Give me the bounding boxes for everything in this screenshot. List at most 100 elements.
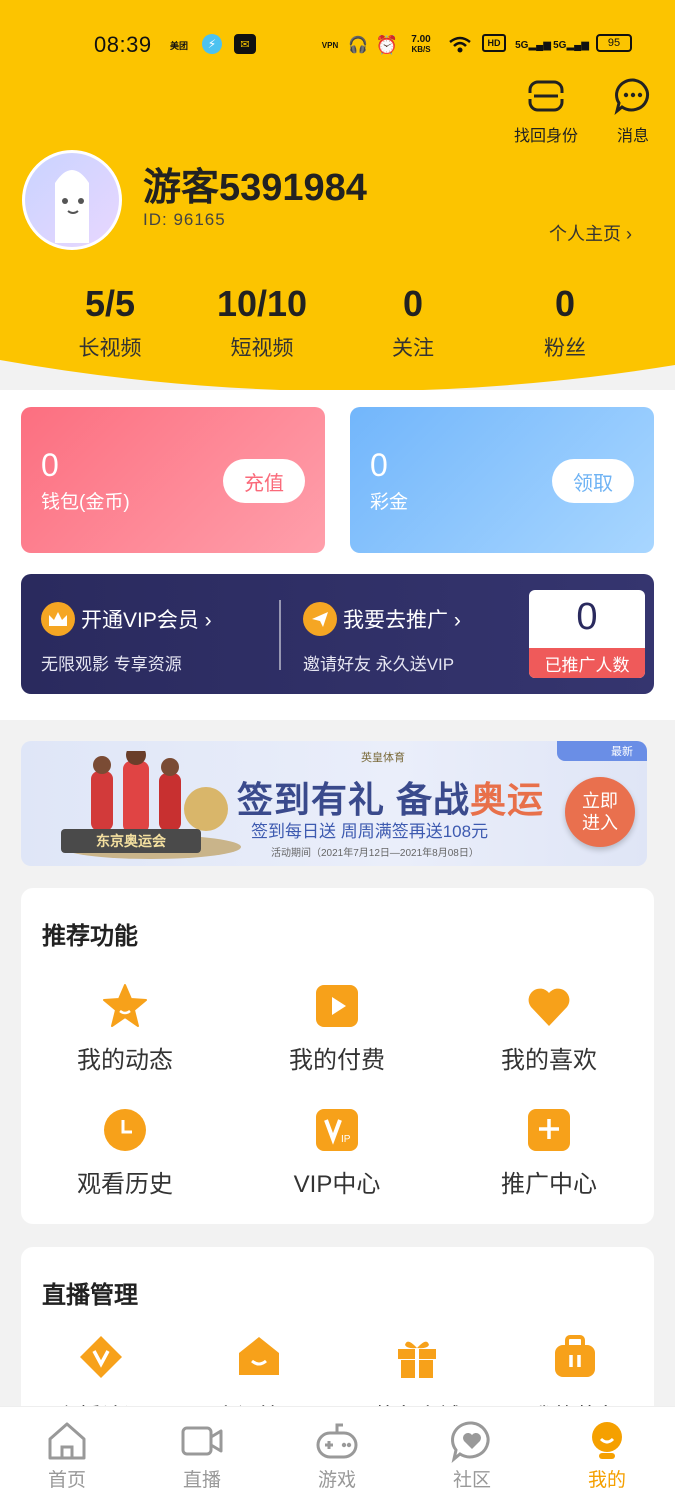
wallet-card[interactable]: 0 钱包(金币) 充值 [21, 407, 325, 553]
section-title: 推荐功能 [42, 923, 138, 950]
network-speed: 7.00 KB/S [405, 34, 437, 56]
wallet-label: 钱包(金币) [41, 492, 130, 513]
bonus-card[interactable]: 0 彩金 领取 [350, 407, 654, 553]
recommended-functions: 推荐功能 我的动态 我的付费 我的喜欢 观看历史 IP VIP中心 推广中心 [21, 888, 654, 1224]
gift-icon [393, 1333, 441, 1381]
tab-games[interactable]: 游戏 [287, 1419, 387, 1492]
stat-value: 0 [554, 283, 576, 324]
new-tag: 最新 [557, 741, 647, 761]
item-label: 我的动态 [77, 1047, 173, 1074]
tab-mine[interactable]: 我的 [557, 1419, 657, 1492]
tab-label: 直播 [182, 1470, 221, 1491]
my-updates-item[interactable]: 我的动态 [25, 982, 225, 1075]
meituan-icon: 美团 [169, 40, 188, 51]
personal-homepage-link[interactable]: 个人主页 › [549, 220, 632, 246]
tokyo-olympics-label: 东京奥运会 [61, 829, 201, 853]
status-bar: 08:39 美团 ⚡ ✉ VPN 🎧 ⏰ 7.00 KB/S HD 5G ▂▄▆ … [0, 28, 675, 64]
go-promote-link[interactable]: 我要去推广 › [303, 602, 461, 636]
play-icon [313, 982, 361, 1030]
recover-identity-button[interactable]: 找回身份 [510, 76, 582, 146]
recharge-button[interactable]: 充值 [223, 459, 305, 503]
promotion-center-item[interactable]: 推广中心 [449, 1106, 649, 1199]
item-label: 我的喜欢 [501, 1047, 597, 1074]
stat-label: 短视频 [230, 337, 294, 360]
crown-icon [41, 602, 75, 636]
enter-now-button[interactable]: 立即 进入 [565, 777, 635, 847]
signal-5g-2-label: 5G [553, 39, 567, 51]
divider [279, 600, 281, 670]
avatar[interactable] [22, 150, 122, 250]
paper-plane-icon [303, 602, 337, 636]
user-id: ID: 96165 [143, 210, 226, 229]
stat-value: 0 [402, 283, 424, 324]
svg-text:IP: IP [341, 1134, 351, 1145]
bolt-app-icon: ⚡ [202, 34, 222, 54]
bonus-label: 彩金 [370, 492, 409, 513]
item-label: 我的付费 [289, 1047, 385, 1074]
mail-app-icon: ✉ [234, 34, 256, 54]
item-label: VIP中心 [293, 1171, 381, 1198]
tab-home[interactable]: 首页 [17, 1419, 117, 1492]
banner-subtitle: 签到每日送 周周满签再送108元 [251, 822, 489, 841]
tab-label: 我的 [587, 1470, 626, 1491]
go-promote-label: 我要去推广 › [343, 609, 461, 632]
enter-now-label: 立即 进入 [582, 791, 618, 833]
promoted-count-box[interactable]: 0 已推广人数 [529, 590, 645, 678]
promo-banner[interactable]: 东京奥运会 英皇体育 签到有礼 备战奥运 签到每日送 周周满签再送108元 活动… [21, 741, 647, 866]
hd-icon: HD [482, 34, 506, 52]
user-icon [585, 1419, 629, 1463]
stat-long-video[interactable]: 5/5 长视频 [40, 284, 180, 362]
stat-following[interactable]: 0 关注 [343, 284, 483, 362]
recover-identity-label: 找回身份 [513, 128, 578, 145]
wifi-icon [447, 34, 473, 56]
heart-icon [525, 982, 573, 1030]
wallet-value: 0 [41, 447, 59, 483]
headphones-icon: 🎧 [348, 37, 368, 54]
stat-value: 5/5 [84, 283, 136, 324]
watch-history-item[interactable]: 观看历史 [25, 1106, 225, 1199]
alarm-icon: ⏰ [375, 34, 399, 55]
signal-5g-2-icon: 5G ▂▄▆ [553, 39, 589, 51]
my-likes-item[interactable]: 我的喜欢 [449, 982, 649, 1075]
banner-title-main: 签到有礼 备战 [237, 779, 471, 820]
stat-short-video[interactable]: 10/10 短视频 [192, 284, 332, 362]
gamepad-icon [315, 1419, 359, 1463]
claim-button[interactable]: 领取 [552, 459, 634, 503]
star-icon [101, 982, 149, 1030]
open-vip-link[interactable]: 开通VIP会员 › [41, 602, 212, 636]
bag-icon [551, 1333, 599, 1381]
tab-community[interactable]: 社区 [422, 1419, 522, 1492]
user-stats: 5/5 长视频 10/10 短视频 0 关注 0 粉丝 [0, 284, 675, 364]
diamond-icon [77, 1333, 125, 1381]
bottom-tab-bar: 首页 直播 游戏 社区 我的 [0, 1406, 675, 1500]
vip-icon: IP [313, 1106, 361, 1154]
banner-brand: 英皇体育 [361, 752, 405, 764]
banner-title-accent: 奥运 [470, 779, 545, 820]
stat-value: 10/10 [216, 283, 308, 324]
speed-unit: KB/S [411, 45, 431, 54]
tab-label: 首页 [47, 1470, 86, 1491]
stat-label: 粉丝 [544, 337, 586, 360]
promoted-label: 已推广人数 [529, 648, 645, 678]
home-icon [45, 1419, 89, 1463]
chat-bubble-icon [613, 76, 653, 116]
username: 游客5391984 [143, 167, 367, 209]
bonus-value: 0 [370, 447, 388, 483]
promote-subtitle: 邀请好友 永久送VIP [303, 655, 455, 674]
tab-label: 游戏 [317, 1470, 356, 1491]
house-icon [235, 1333, 283, 1381]
tab-label: 社区 [452, 1470, 491, 1491]
section-title: 直播管理 [42, 1282, 138, 1309]
tab-live[interactable]: 直播 [152, 1419, 252, 1492]
stat-fans[interactable]: 0 粉丝 [495, 284, 635, 362]
profile-header: 08:39 美团 ⚡ ✉ VPN 🎧 ⏰ 7.00 KB/S HD 5G ▂▄▆ … [0, 0, 675, 400]
vip-center-item[interactable]: IP VIP中心 [237, 1106, 437, 1199]
my-paid-item[interactable]: 我的付费 [237, 982, 437, 1075]
speed-value: 7.00 [411, 34, 431, 45]
banner-date: 活动期间（2021年7月12日—2021年8月08日） [271, 848, 479, 859]
signal-5g-1-label: 5G [515, 39, 529, 51]
banner-title: 签到有礼 备战奥运 [237, 771, 544, 823]
messages-label: 消息 [616, 128, 649, 145]
vpn-icon: VPN [321, 40, 339, 50]
messages-button[interactable]: 消息 [608, 76, 658, 146]
